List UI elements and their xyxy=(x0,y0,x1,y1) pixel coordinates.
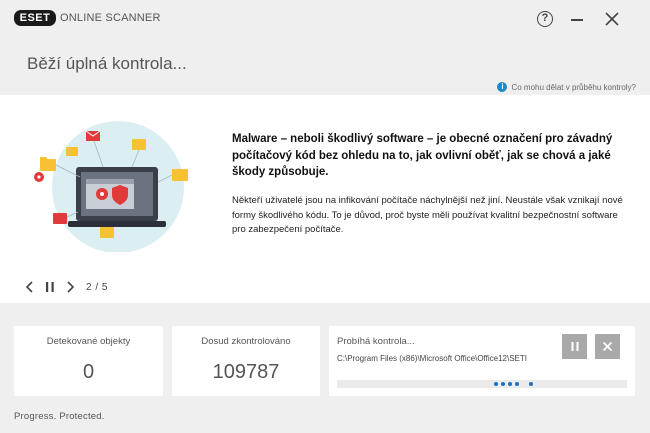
malware-illustration xyxy=(34,121,188,252)
slide-body: Někteří uživatelé jsou na infikování poč… xyxy=(232,195,623,235)
current-file-path: C:\Program Files (x86)\Microsoft Office\… xyxy=(337,354,527,363)
slide-carousel-controls: 2 / 5 xyxy=(24,281,108,293)
slide-position: 2 / 5 xyxy=(86,281,108,293)
app-name: ONLINE SCANNER xyxy=(60,12,161,24)
close-button[interactable] xyxy=(601,8,623,30)
chevron-left-icon xyxy=(26,281,33,293)
progress-indicator-dots xyxy=(494,382,533,386)
eset-logo: eset xyxy=(14,10,56,26)
close-icon xyxy=(602,341,613,352)
minimize-icon xyxy=(571,19,583,21)
title-bar: eset ONLINE SCANNER ? xyxy=(0,0,650,36)
page-title: Běží úplná kontrola... xyxy=(27,54,187,73)
scan-progress-label: Probíhá kontrola... xyxy=(337,336,415,347)
scanned-count-label: Dosud zkontrolováno xyxy=(201,336,291,347)
scan-progress-card: Probíhá kontrola... C:\Program Files (x8… xyxy=(329,326,635,396)
progress-dot xyxy=(515,382,519,386)
stop-scan-button[interactable] xyxy=(595,334,620,359)
detected-objects-value: 0 xyxy=(82,361,95,383)
pause-slides-button[interactable] xyxy=(44,281,56,293)
progress-dot xyxy=(494,382,498,386)
detected-objects-card: Detekované objekty 0 xyxy=(14,326,163,396)
progress-dot xyxy=(508,382,512,386)
help-icon: ? xyxy=(537,11,553,27)
help-button[interactable]: ? xyxy=(534,8,556,30)
detected-objects-label: Detekované objekty xyxy=(46,336,131,347)
close-icon xyxy=(605,12,619,26)
scan-help-link-label: Co mohu dělat v průběhu kontroly? xyxy=(511,82,636,92)
pause-icon xyxy=(46,282,54,292)
info-icon: i xyxy=(497,82,508,92)
chevron-right-icon xyxy=(67,281,74,293)
pause-icon xyxy=(571,342,578,351)
info-slide-panel: Malware – neboli škodlivý software – je … xyxy=(0,95,650,303)
scan-help-link[interactable]: i Co mohu dělat v průběhu kontroly? xyxy=(497,82,636,92)
scanned-count-value: 109787 xyxy=(212,361,280,383)
scan-progress-bar xyxy=(337,380,627,388)
progress-dot xyxy=(501,382,505,386)
footer-tagline: Progress. Protected. xyxy=(14,411,105,422)
scanned-count-card: Dosud zkontrolováno 109787 xyxy=(172,326,320,396)
previous-slide-button[interactable] xyxy=(24,281,36,293)
slide-heading: Malware – neboli škodlivý software – je … xyxy=(232,133,613,178)
progress-dot xyxy=(529,382,533,386)
minimize-button[interactable] xyxy=(566,8,588,30)
next-slide-button[interactable] xyxy=(64,281,76,293)
pause-scan-button[interactable] xyxy=(562,334,587,359)
